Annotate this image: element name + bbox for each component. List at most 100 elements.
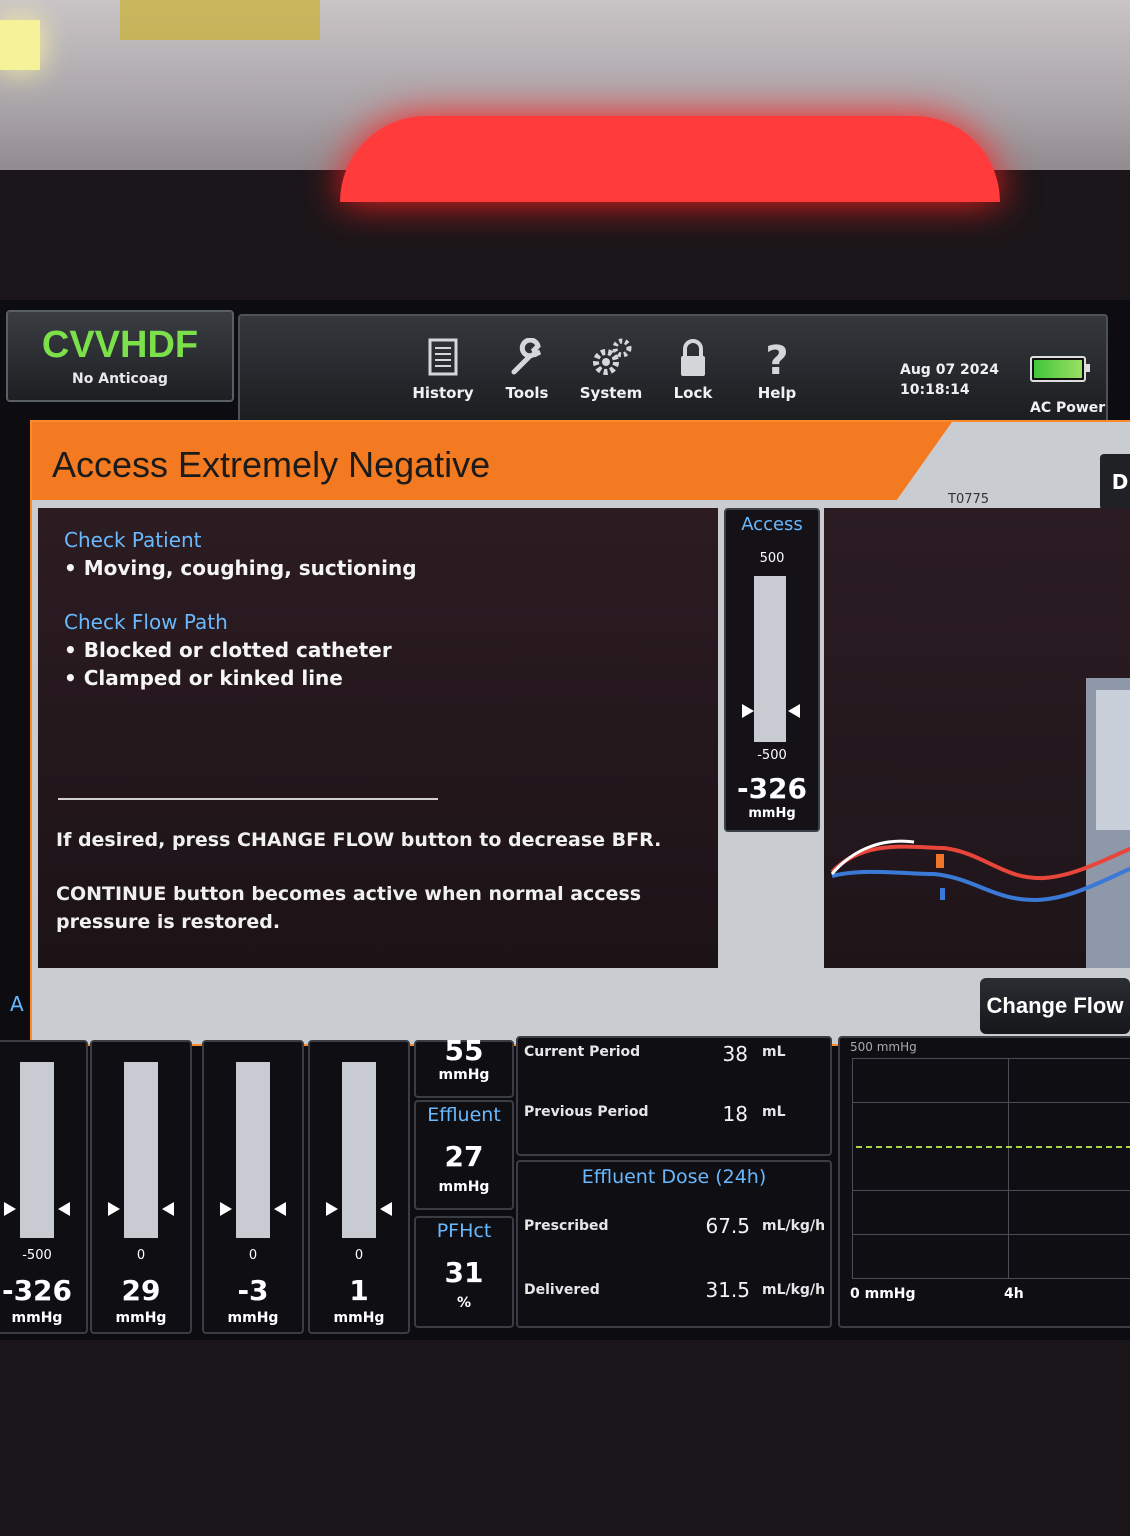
section-letter: A bbox=[10, 992, 24, 1016]
battery-icon bbox=[1030, 356, 1090, 382]
trend-time-label: 4h bbox=[1004, 1286, 1024, 1302]
reading-box: 55 mmHg bbox=[414, 1034, 514, 1098]
flow-path-diagram bbox=[824, 508, 1130, 968]
change-flow-button[interactable]: Change Flow bbox=[980, 978, 1130, 1034]
grid-line bbox=[852, 1190, 1130, 1191]
prescribed-unit: mL/kg/h bbox=[762, 1218, 826, 1234]
access-pressure-panel: -500 -326 mmHg bbox=[0, 1040, 88, 1334]
gauge-unit: mmHg bbox=[748, 806, 796, 821]
return-pressure-panel: 0 -3 mmHg bbox=[202, 1040, 304, 1334]
pressure-unit: mmHg bbox=[227, 1310, 279, 1326]
alarm-dialog: Access Extremely Negative T0775 D Check … bbox=[30, 420, 1130, 1046]
delivered-value: 31.5 bbox=[705, 1278, 750, 1302]
pressure-unit: mmHg bbox=[11, 1310, 63, 1326]
alarm-header: Access Extremely Negative bbox=[32, 422, 952, 500]
previous-period-label: Previous Period bbox=[524, 1104, 649, 1120]
history-icon bbox=[408, 338, 478, 384]
datetime: Aug 07 2024 10:18:14 bbox=[900, 360, 999, 400]
help-button[interactable]: ? Help bbox=[742, 338, 812, 402]
date-text: Aug 07 2024 bbox=[900, 362, 1000, 378]
lock-icon bbox=[658, 338, 728, 384]
tools-label: Tools bbox=[505, 384, 549, 402]
pressure-value: 1 bbox=[349, 1274, 369, 1307]
pressure-min: 0 bbox=[248, 1248, 258, 1263]
dismiss-button[interactable]: D bbox=[1100, 454, 1130, 510]
wall-lamp bbox=[0, 20, 40, 70]
pressure-min: 0 bbox=[136, 1248, 146, 1263]
help-label: Help bbox=[757, 384, 797, 402]
limit-right-arrow bbox=[58, 1202, 70, 1216]
pressure-unit: mmHg bbox=[115, 1310, 167, 1326]
pressure-bar bbox=[124, 1062, 158, 1238]
grid-line bbox=[852, 1278, 1130, 1279]
alarm-light bbox=[340, 116, 1000, 202]
gauge-max: 500 bbox=[759, 551, 785, 566]
pfhct-reading-box: PFHct 31 % bbox=[414, 1216, 514, 1328]
reading-title: Effluent bbox=[427, 1104, 501, 1126]
limit-right-arrow bbox=[380, 1202, 392, 1216]
wrench-icon bbox=[492, 337, 562, 384]
tubing-illustration bbox=[830, 678, 1130, 968]
section-heading: Check Flow Path bbox=[64, 610, 228, 634]
section-item: Moving, coughing, suctioning bbox=[64, 556, 417, 580]
pressure-bar bbox=[20, 1062, 54, 1238]
access-pressure-gauge: Access 500 -500 -326 mmHg bbox=[724, 508, 820, 832]
gauge-value: -326 bbox=[736, 772, 808, 805]
wall-sticker bbox=[120, 0, 320, 40]
pressure-min: 0 bbox=[354, 1248, 364, 1263]
dose-title: Effluent Dose (24h) bbox=[581, 1166, 767, 1188]
reading-value: 27 bbox=[444, 1140, 484, 1173]
reading-value: 55 bbox=[444, 1034, 484, 1067]
pressure-value: -3 bbox=[237, 1274, 269, 1307]
anticoag-label: No Anticoag bbox=[72, 371, 168, 387]
therapy-mode-panel: CVVHDF No Anticoag bbox=[6, 310, 234, 402]
alarm-message-panel: Check Patient Moving, coughing, suctioni… bbox=[38, 508, 718, 968]
filter-pressure-panel: 0 29 mmHg bbox=[90, 1040, 192, 1334]
therapy-mode-title: CVVHDF bbox=[41, 324, 199, 366]
alarm-title: Access Extremely Negative bbox=[52, 444, 491, 485]
gauge-title: Access bbox=[741, 514, 803, 535]
limit-left-arrow bbox=[326, 1202, 338, 1216]
pressure-bar bbox=[236, 1062, 270, 1238]
history-button[interactable]: History bbox=[408, 338, 478, 402]
gauge-limit-left-arrow bbox=[742, 704, 754, 718]
grid-line bbox=[852, 1234, 1130, 1235]
delivered-label: Delivered bbox=[524, 1282, 600, 1298]
reading-unit: % bbox=[456, 1295, 472, 1311]
grid-line bbox=[852, 1102, 1130, 1103]
change-flow-note: If desired, press CHANGE FLOW button to … bbox=[56, 829, 662, 851]
time-text: 10:18:14 bbox=[900, 382, 970, 398]
current-period-value: 38 bbox=[722, 1042, 748, 1066]
help-icon: ? bbox=[765, 338, 789, 384]
lock-label: Lock bbox=[673, 384, 713, 402]
alarm-code: T0775 bbox=[948, 492, 990, 507]
gauge-min: -500 bbox=[757, 748, 787, 763]
section-item: Clamped or kinked line bbox=[64, 666, 343, 690]
grid-line bbox=[852, 1058, 853, 1278]
continue-note: CONTINUE button becomes active when norm… bbox=[56, 883, 642, 933]
delivered-unit: mL/kg/h bbox=[762, 1282, 826, 1298]
reading-title: PFHct bbox=[436, 1220, 492, 1242]
prescribed-label: Prescribed bbox=[524, 1218, 609, 1234]
power-label: AC Power bbox=[1030, 400, 1106, 416]
limit-right-arrow bbox=[162, 1202, 174, 1216]
pressure-value: -326 bbox=[1, 1274, 73, 1307]
limit-left-arrow bbox=[220, 1202, 232, 1216]
pressure-value: 29 bbox=[121, 1274, 161, 1307]
limit-left-arrow bbox=[4, 1202, 16, 1216]
gauge-bar bbox=[754, 576, 786, 742]
pressure-trend-chart: 500 mmHg 0 mmHg 4h bbox=[838, 1036, 1130, 1328]
effluent-pressure-panel: 0 1 mmHg bbox=[308, 1040, 410, 1334]
reading-value: 31 bbox=[444, 1256, 484, 1289]
battery-fill bbox=[1034, 360, 1082, 378]
power-status: AC Power bbox=[1030, 356, 1105, 416]
top-toolbar: History Tools System Lock ? Help Aug 07 … bbox=[238, 314, 1108, 424]
grid-line bbox=[1008, 1058, 1009, 1278]
volume-panel: Current Period 38 mL Previous Period 18 … bbox=[516, 1036, 832, 1156]
section-heading: Check Patient bbox=[64, 528, 202, 552]
gauge-limit-right-arrow bbox=[788, 704, 800, 718]
system-button[interactable]: System bbox=[576, 338, 646, 402]
trend-top-label: 500 mmHg bbox=[850, 1040, 917, 1054]
tools-button[interactable]: Tools bbox=[492, 337, 562, 402]
lock-button[interactable]: Lock bbox=[658, 338, 728, 402]
